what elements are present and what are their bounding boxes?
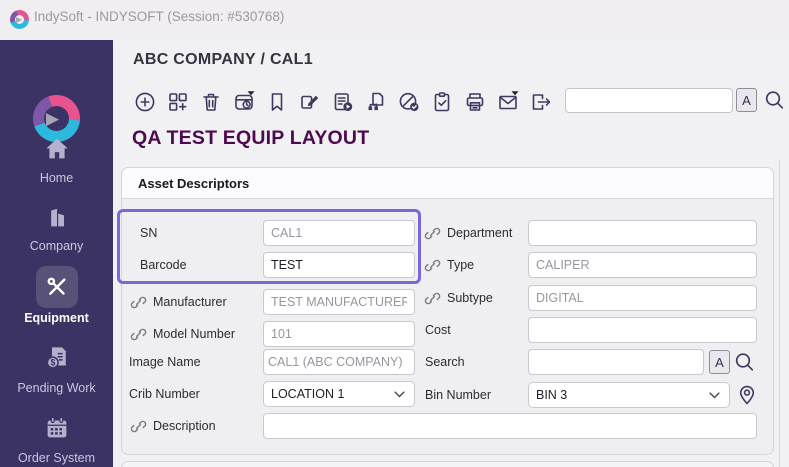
- order-system-icon: [42, 413, 72, 448]
- crib-number-select[interactable]: LOCATION 1: [263, 381, 415, 407]
- manufacturer-link-icon[interactable]: [130, 294, 147, 311]
- cost-field[interactable]: [528, 317, 757, 343]
- sidebar-item-home[interactable]: Home: [0, 135, 113, 185]
- type-link-icon[interactable]: [424, 257, 441, 274]
- chevron-down-icon: [709, 388, 720, 402]
- procedure-button[interactable]: [331, 89, 355, 114]
- sidebar-item-pending-work[interactable]: $ Pending Work: [0, 343, 113, 395]
- model-number-field[interactable]: [263, 321, 415, 347]
- type-label: Type: [447, 252, 474, 278]
- home-icon: [43, 135, 71, 168]
- department-link-icon[interactable]: [424, 225, 441, 242]
- description-link-icon[interactable]: [130, 418, 147, 435]
- crib-number-label: Crib Number: [129, 381, 200, 407]
- manufacturer-field[interactable]: [263, 289, 415, 315]
- barcode-label: Barcode: [140, 252, 187, 278]
- window-title: IndySoft - INDYSOFT (Session: #530768): [34, 9, 284, 24]
- sidebar-item-equipment[interactable]: Equipment: [0, 266, 113, 325]
- location-pin-icon[interactable]: [737, 382, 757, 410]
- subtype-label: Subtype: [447, 285, 493, 311]
- edit-button[interactable]: [298, 89, 322, 114]
- description-label: Description: [153, 413, 216, 439]
- bin-number-label: Bin Number: [425, 382, 491, 408]
- export-button[interactable]: [529, 89, 553, 114]
- field-search-input[interactable]: [528, 349, 704, 375]
- model-number-link-icon[interactable]: [130, 326, 147, 343]
- manufacturer-label: Manufacturer: [153, 289, 227, 315]
- equipment-icon: [36, 266, 78, 308]
- bin-number-value: BIN 3: [536, 388, 567, 402]
- bin-number-select[interactable]: BIN 3: [528, 382, 730, 408]
- cost-label: Cost: [425, 317, 451, 343]
- company-icon: [43, 203, 71, 236]
- barcode-field[interactable]: [263, 252, 415, 278]
- sidebar-item-company[interactable]: Company: [0, 203, 113, 253]
- field-match-case-button[interactable]: A: [709, 350, 730, 374]
- subtype-link-icon[interactable]: [424, 290, 441, 307]
- app-logo-icon: ▶: [10, 10, 29, 29]
- toolbar-search-input[interactable]: [565, 88, 733, 113]
- schedule-button[interactable]: [232, 89, 256, 114]
- department-label: Department: [447, 220, 512, 246]
- field-search-icon[interactable]: [733, 350, 755, 374]
- sidebar-item-label: Equipment: [0, 311, 113, 325]
- svg-text:$: $: [50, 358, 55, 368]
- bookmark-button[interactable]: [265, 89, 289, 114]
- subtype-field[interactable]: [528, 285, 757, 311]
- sidebar-item-label: Pending Work: [0, 381, 113, 395]
- toolbar-match-case-button[interactable]: A: [736, 88, 757, 112]
- page-title: QA TEST EQUIP LAYOUT: [132, 127, 369, 150]
- traveler-button[interactable]: [364, 89, 388, 114]
- sidebar-item-order-system[interactable]: Order System: [0, 413, 113, 465]
- email-button[interactable]: [496, 89, 520, 114]
- image-name-field[interactable]: [263, 349, 415, 375]
- next-panel-edge: [121, 461, 774, 467]
- sn-field[interactable]: [263, 220, 415, 246]
- sidebar: ▶ Home Company Equipment: [0, 40, 113, 467]
- breadcrumb: ABC COMPANY / CAL1: [133, 51, 313, 69]
- sidebar-item-label: Order System: [0, 451, 113, 465]
- chevron-down-icon: [394, 387, 405, 401]
- delete-button[interactable]: [199, 89, 223, 114]
- search-label: Search: [425, 349, 465, 375]
- pending-work-icon: $: [42, 343, 72, 378]
- add-button[interactable]: [133, 89, 157, 114]
- sidebar-item-label: Company: [0, 239, 113, 253]
- window-titlebar: ▶ IndySoft - INDYSOFT (Session: #530768): [0, 0, 789, 40]
- validation-button[interactable]: [430, 89, 454, 114]
- model-number-label: Model Number: [153, 321, 235, 347]
- crib-number-value: LOCATION 1: [271, 387, 344, 401]
- description-field[interactable]: [263, 413, 757, 439]
- sn-label: SN: [140, 220, 157, 246]
- panel-title: Asset Descriptors: [122, 168, 773, 199]
- toolbar-search-icon[interactable]: [763, 88, 785, 112]
- image-name-label: Image Name: [129, 349, 201, 375]
- content-divider: [779, 160, 780, 467]
- print-button[interactable]: [463, 89, 487, 114]
- sync-check-button[interactable]: [397, 89, 421, 114]
- sidebar-item-label: Home: [0, 171, 113, 185]
- department-field[interactable]: [528, 220, 757, 246]
- new-multi-button[interactable]: [166, 89, 190, 114]
- type-field[interactable]: [528, 252, 757, 278]
